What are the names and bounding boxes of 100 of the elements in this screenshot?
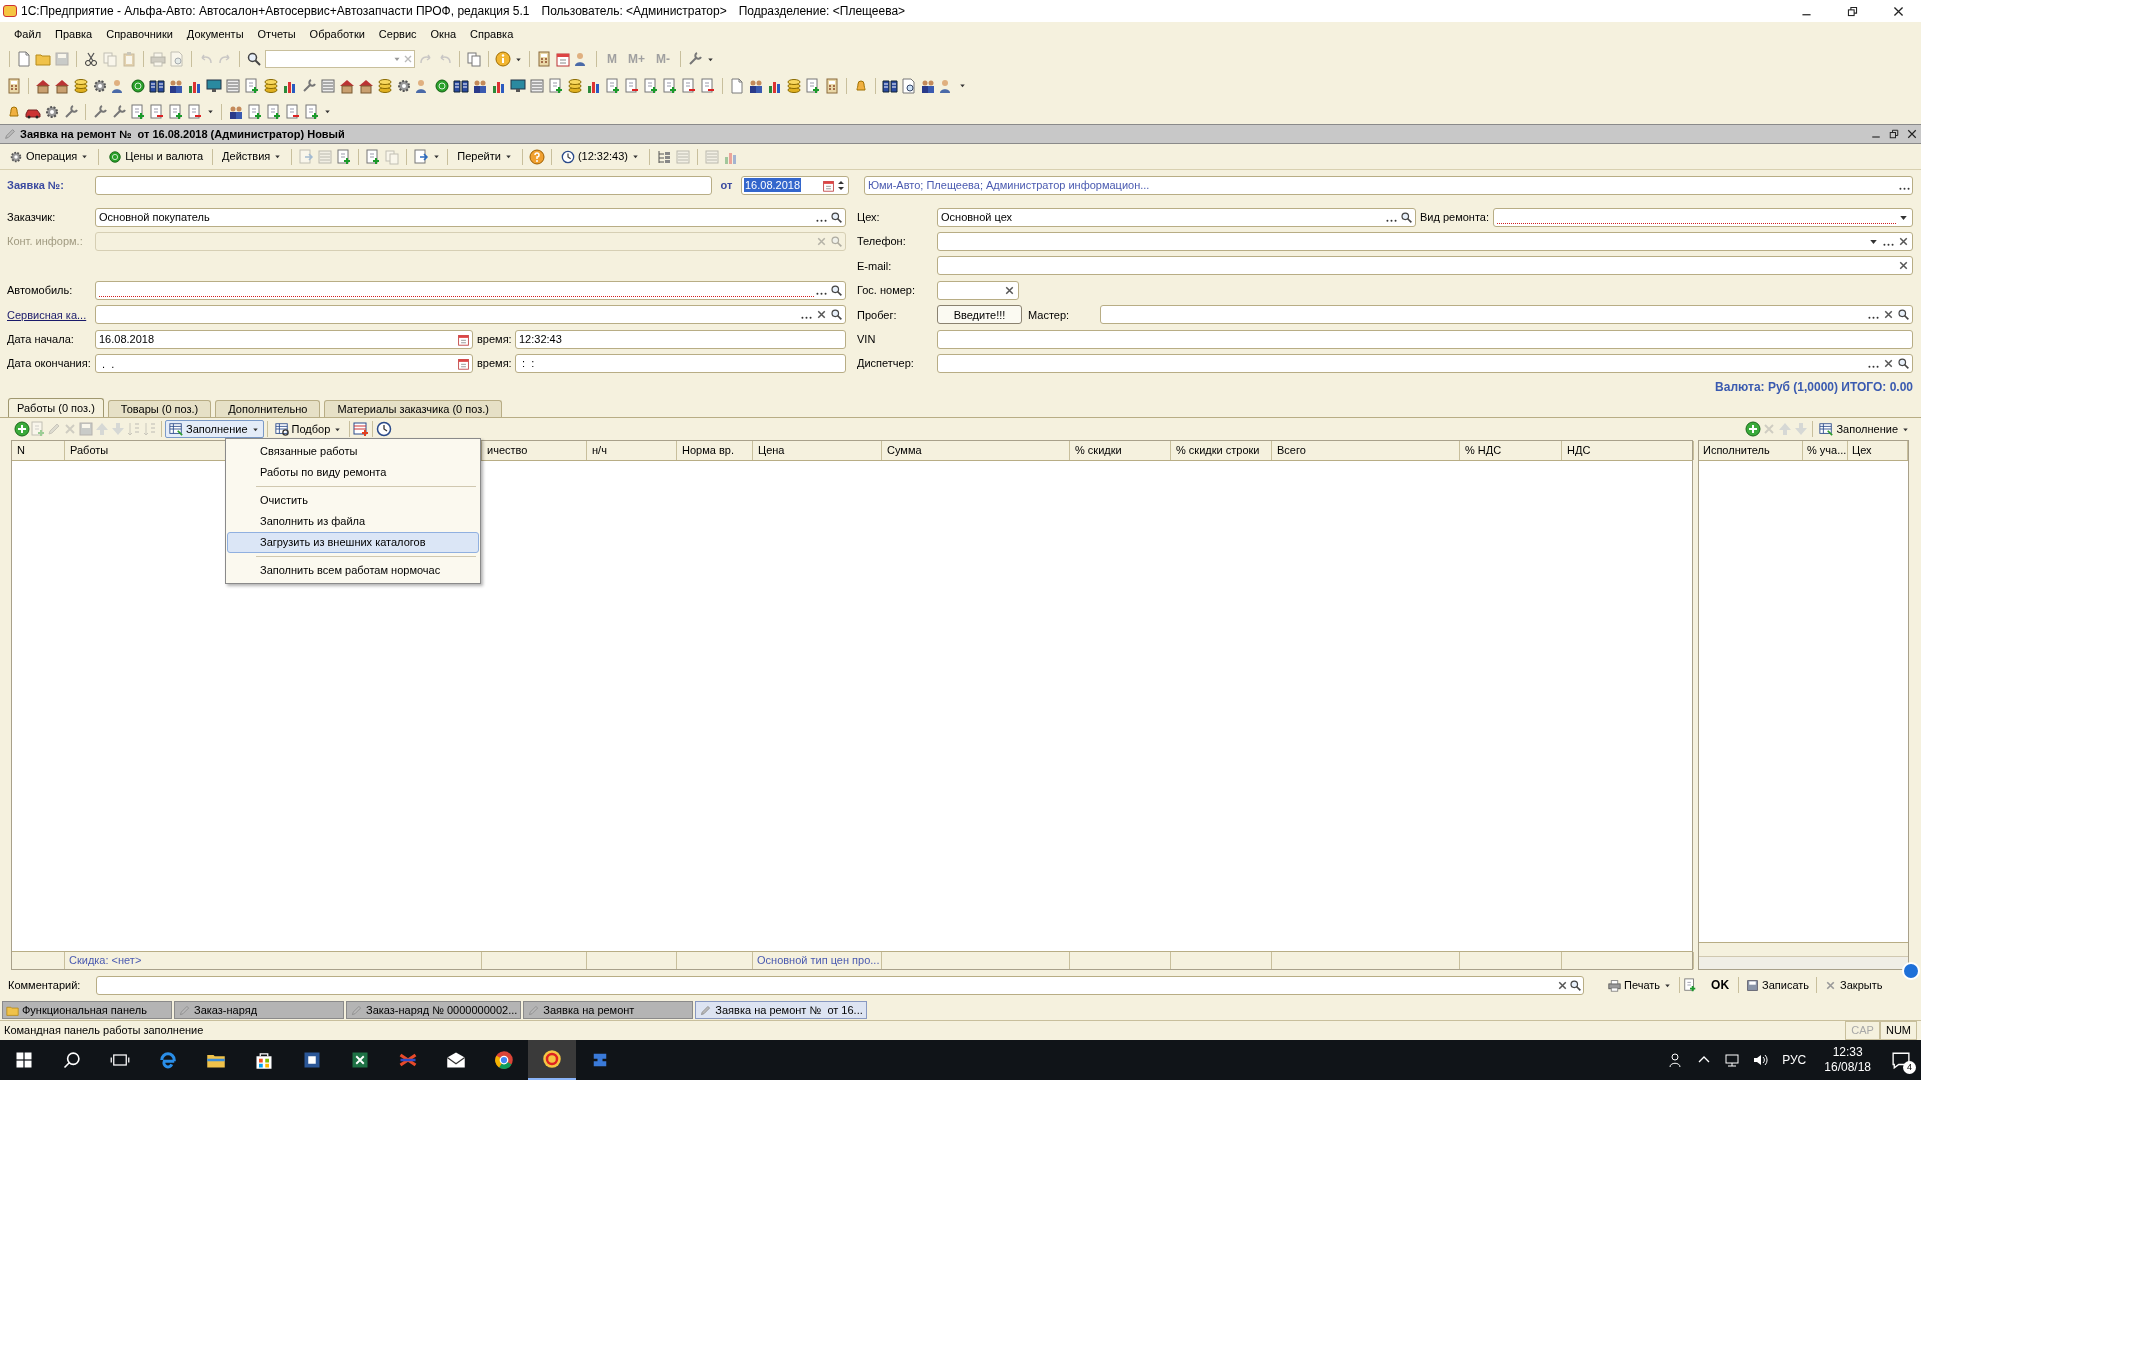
menu-item[interactable]: Заполнить из файла (227, 511, 479, 532)
input-field[interactable] (937, 256, 1913, 276)
date-field[interactable]: 16.08.2018 (741, 175, 849, 195)
browser-icon[interactable] (494, 1050, 514, 1070)
menu-item[interactable]: Связанные работы (227, 441, 479, 462)
horizontal-scrollbar[interactable] (1699, 956, 1908, 969)
search-icon[interactable] (830, 210, 843, 224)
network-icon[interactable] (1724, 1052, 1741, 1068)
coin-icon[interactable] (434, 77, 450, 94)
column-header[interactable]: НДС (1562, 441, 1694, 460)
search-icon[interactable] (830, 283, 843, 297)
toolbar-button[interactable]: Заполнение (165, 420, 264, 438)
document-plus-icon[interactable] (365, 148, 382, 165)
coins-icon[interactable] (567, 77, 583, 94)
enter-button[interactable]: Введите!!! (937, 305, 1022, 325)
tab[interactable]: Дополнительно (215, 400, 321, 417)
search-icon[interactable] (830, 308, 843, 322)
column-header[interactable]: Всего (1272, 441, 1460, 460)
calculator-icon[interactable] (824, 77, 840, 94)
search-icon[interactable] (1897, 308, 1910, 322)
bell-icon[interactable] (853, 77, 869, 94)
help-icon[interactable] (528, 148, 545, 165)
document-plus-icon[interactable] (266, 103, 282, 120)
menu-item[interactable]: Правка (55, 25, 93, 43)
document-arrow-icon[interactable] (413, 148, 430, 165)
input-field[interactable]: 12:32:43 (515, 329, 846, 349)
column-header[interactable]: Цех (1848, 441, 1908, 460)
monitor-icon[interactable] (206, 77, 222, 94)
restore-icon[interactable] (1845, 4, 1859, 18)
add-icon[interactable] (1745, 421, 1762, 437)
gear-icon[interactable] (92, 77, 108, 94)
add-icon[interactable] (14, 421, 30, 437)
column-header[interactable]: Цена (753, 441, 882, 460)
house-icon[interactable] (54, 77, 70, 94)
save-button[interactable]: Записать (1742, 975, 1814, 995)
document-plus-icon[interactable] (605, 77, 621, 94)
book-icon[interactable] (453, 77, 469, 94)
input-field[interactable] (937, 232, 1913, 252)
column-header[interactable]: ичество (482, 441, 587, 460)
window-tab[interactable]: Заявка на ремонт № от 16... (695, 1001, 867, 1019)
calendar-icon[interactable] (555, 51, 571, 67)
copy-icon[interactable] (466, 51, 482, 67)
table-add-icon[interactable] (353, 421, 370, 437)
wrench-icon[interactable] (63, 103, 79, 120)
input-field[interactable]: Основной покупатель (95, 207, 846, 227)
coins-icon[interactable] (786, 77, 802, 94)
document-plus-icon[interactable] (247, 103, 263, 120)
house-icon[interactable] (358, 77, 374, 94)
input-field[interactable]: : : (515, 354, 846, 374)
calendar-icon[interactable] (822, 178, 835, 192)
monitor-icon[interactable] (510, 77, 526, 94)
house-icon[interactable] (35, 77, 51, 94)
field-link[interactable]: Сервисная ка... (0, 306, 95, 323)
toolbar-button[interactable]: Перейти (454, 146, 516, 167)
document-minus-icon[interactable] (700, 77, 716, 94)
tab[interactable]: Товары (0 поз.) (107, 400, 212, 417)
toolbar-button[interactable]: Операция (6, 146, 93, 167)
input-field[interactable] (95, 305, 846, 325)
column-header[interactable]: Сумма (882, 441, 1070, 460)
menu-item[interactable]: Заполнить всем работам нормочас (227, 560, 479, 581)
document-minus-icon[interactable] (624, 77, 640, 94)
column-header[interactable]: Исполнитель (1699, 441, 1803, 460)
document-plus-icon[interactable] (244, 77, 260, 94)
document-plus-icon[interactable] (130, 103, 146, 120)
speaker-icon[interactable] (1752, 1052, 1769, 1068)
document-plus-icon[interactable] (643, 77, 659, 94)
search-icon[interactable] (1569, 978, 1582, 992)
input-field[interactable]: . . (95, 354, 473, 374)
input-field[interactable] (95, 175, 712, 195)
print-button[interactable]: Печать (1604, 975, 1677, 995)
menu-item[interactable]: Загрузить из внешних каталогов (227, 532, 479, 553)
coin-icon[interactable] (130, 77, 146, 94)
input-field[interactable] (937, 329, 1913, 349)
window-tab[interactable]: Функциональная панель (2, 1001, 172, 1019)
input-field[interactable] (937, 280, 1019, 300)
notification-icon[interactable] (1892, 1051, 1910, 1069)
input-field[interactable] (937, 354, 1913, 374)
document-minus-icon[interactable] (681, 77, 697, 94)
menu-item[interactable]: Очистить (227, 490, 479, 511)
sync-icon[interactable] (1902, 962, 1920, 980)
column-header[interactable]: N (12, 441, 65, 460)
language-indicator[interactable]: РУС (1782, 1051, 1807, 1069)
search-icon[interactable] (62, 1050, 82, 1070)
menu-item[interactable]: Обработки (309, 25, 365, 43)
coins-icon[interactable] (377, 77, 393, 94)
menu-item[interactable]: Сервис (378, 25, 417, 43)
menu-item[interactable]: Файл (14, 25, 42, 43)
calendar-icon[interactable] (457, 357, 470, 371)
book-icon[interactable] (882, 77, 898, 94)
book-icon[interactable] (149, 77, 165, 94)
document-plus-icon[interactable] (1683, 978, 1698, 992)
document-minus-icon[interactable] (149, 103, 165, 120)
info-icon[interactable] (495, 51, 511, 67)
document-plus-icon[interactable] (805, 77, 821, 94)
wrench-icon[interactable] (111, 103, 127, 120)
ok-button[interactable]: OK (1705, 975, 1736, 995)
app-icon[interactable] (542, 1049, 562, 1069)
menu-item[interactable]: Работы по виду ремонта (227, 462, 479, 483)
document-plus-icon[interactable] (168, 103, 184, 120)
wrench-icon[interactable] (92, 103, 108, 120)
